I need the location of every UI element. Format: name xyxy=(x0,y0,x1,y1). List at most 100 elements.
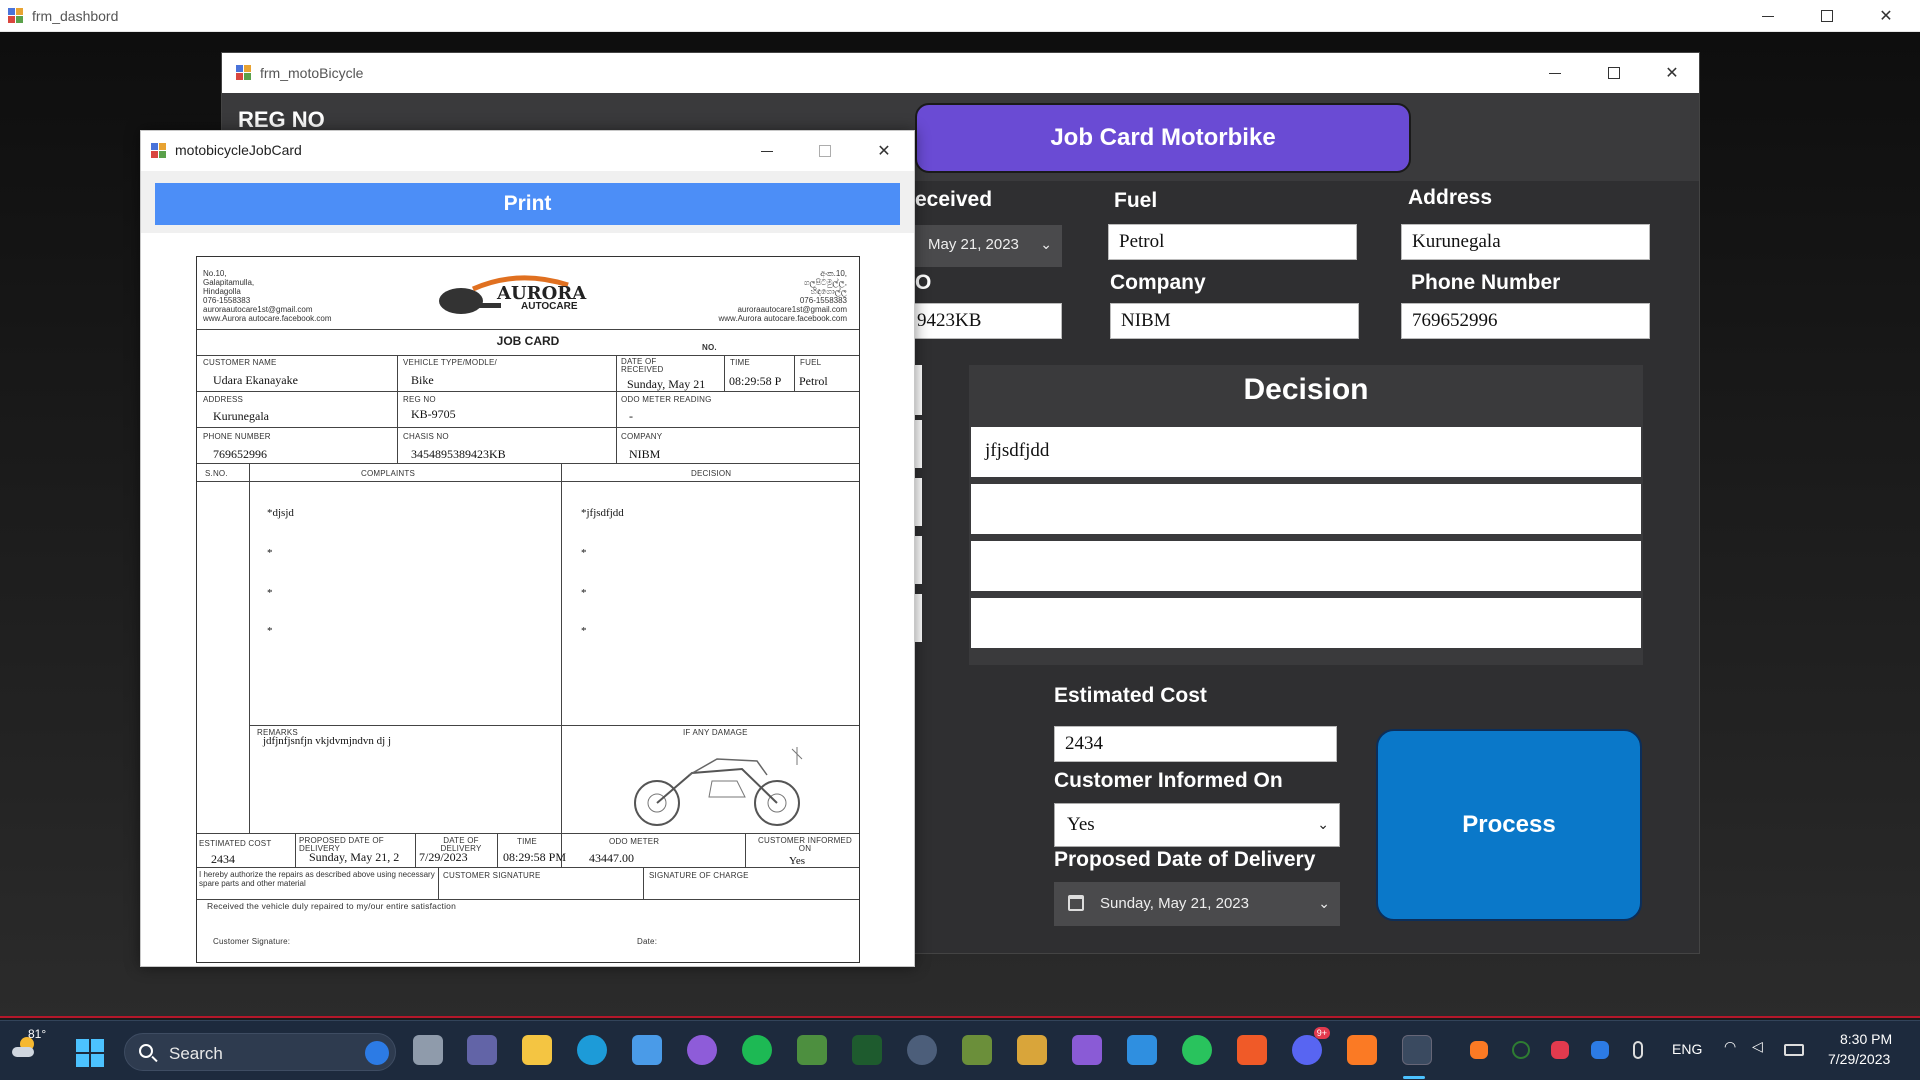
customer-informed-select[interactable]: Yes ⌄ xyxy=(1054,803,1340,847)
address-label: Address xyxy=(1408,186,1493,209)
customer-signature-label: CUSTOMER SIGNATURE xyxy=(443,871,541,880)
reg-no-value: KB-9705 xyxy=(411,407,456,421)
company-field[interactable]: NIBM xyxy=(1110,303,1359,339)
decision-label: DECISION xyxy=(691,469,732,478)
complaint-item: * xyxy=(267,547,273,559)
proposed-value: Sunday, May 21, 2 xyxy=(309,850,400,864)
obs-icon[interactable] xyxy=(907,1035,937,1065)
complaint-row[interactable] xyxy=(914,478,922,526)
tray-security-icon[interactable] xyxy=(1591,1041,1609,1059)
process-button[interactable]: Process xyxy=(1376,729,1642,921)
decision-panel: Decision jfjsdfjdd xyxy=(969,365,1643,665)
phone-value: 769652996 xyxy=(213,447,267,461)
bing-icon[interactable] xyxy=(365,1041,389,1065)
winforms-app-icon[interactable] xyxy=(1402,1035,1432,1065)
chassis-field[interactable]: 9423KB xyxy=(914,303,1062,339)
start-icon[interactable] xyxy=(76,1039,104,1067)
minimize-button[interactable] xyxy=(753,137,781,165)
complaint-row[interactable] xyxy=(914,365,922,415)
received-text: Received the vehicle duly repaired to my… xyxy=(207,901,457,911)
decision-row[interactable] xyxy=(971,598,1641,648)
discord-icon[interactable]: 9+ xyxy=(1292,1027,1330,1065)
teams-icon[interactable] xyxy=(467,1035,497,1065)
chevron-down-icon: ⌄ xyxy=(1318,896,1330,912)
search-box[interactable]: Search xyxy=(124,1033,396,1071)
aurora-logo: AURORA AUTOCARE xyxy=(433,269,603,321)
shop-address-sinhala: අංක.10, ගලපිටමුල්ල, හිඳගොල්ල 076-1558383… xyxy=(718,269,847,323)
complaints-label: COMPLAINTS xyxy=(361,469,416,478)
date-received-picker[interactable]: May 21, 2023 ⌄ xyxy=(914,225,1062,267)
wifi-icon[interactable]: ◠ xyxy=(1724,1039,1736,1055)
proposed-delivery-value: Sunday, May 21, 2023 xyxy=(1100,895,1249,912)
restore-button[interactable] xyxy=(1813,2,1841,30)
discord-badge: 9+ xyxy=(1313,1027,1330,1039)
chassis-label: CHASIS NO xyxy=(403,432,449,441)
clock-time[interactable]: 8:30 PM xyxy=(1840,1031,1892,1047)
tray-xampp-icon[interactable] xyxy=(1470,1041,1488,1059)
header-title: Job Card Motorbike xyxy=(915,103,1411,173)
app-icon[interactable] xyxy=(797,1035,827,1065)
maximize-button[interactable] xyxy=(1600,59,1628,87)
minimize-button[interactable] xyxy=(1754,2,1782,30)
moto-titlebar: frm_motoBicycle ✕ xyxy=(222,53,1699,93)
brave-icon[interactable] xyxy=(1237,1035,1267,1065)
store-icon[interactable] xyxy=(632,1035,662,1065)
battery-icon[interactable] xyxy=(1784,1044,1804,1056)
task-view-icon[interactable] xyxy=(413,1035,443,1065)
decision-row[interactable] xyxy=(971,541,1641,591)
app-icon xyxy=(8,8,24,24)
address-label: ADDRESS xyxy=(203,395,244,404)
phone-field[interactable]: 769652996 xyxy=(1401,303,1650,339)
microphone-icon[interactable] xyxy=(1633,1041,1643,1059)
taskbar: 81° Search 9+ ENG ◠ ◁ 8:30 PM 7/29/2023 xyxy=(0,1020,1920,1080)
address-field[interactable]: Kurunegala xyxy=(1401,224,1650,260)
terminal-icon[interactable] xyxy=(852,1035,882,1065)
complaint-row[interactable] xyxy=(914,420,922,468)
tray-apps-icon[interactable] xyxy=(1551,1041,1569,1059)
tool-icon[interactable] xyxy=(1017,1035,1047,1065)
language-indicator[interactable]: ENG xyxy=(1672,1041,1702,1057)
close-button[interactable]: ✕ xyxy=(1872,2,1900,30)
complaint-row[interactable] xyxy=(914,536,922,584)
edge-icon[interactable] xyxy=(577,1035,607,1065)
print-button[interactable]: Print xyxy=(155,183,900,225)
informed-value: Yes xyxy=(789,855,806,867)
date-received-value: May 21, 2023 xyxy=(928,236,1019,253)
odo-value: - xyxy=(629,409,633,423)
complaint-row[interactable] xyxy=(914,594,922,642)
close-button[interactable]: ✕ xyxy=(870,137,898,165)
fuel-value: Petrol xyxy=(799,374,828,388)
decision-row[interactable]: jfjsdfjdd xyxy=(971,427,1641,477)
fuel-field[interactable]: Petrol xyxy=(1108,224,1357,260)
estimated-cost-field[interactable]: 2434 xyxy=(1054,726,1337,762)
minimize-button[interactable] xyxy=(1541,59,1569,87)
authorize-text: I hereby authorize the repairs as descri… xyxy=(199,870,435,888)
minecraft-icon[interactable] xyxy=(962,1035,992,1065)
maximize-button xyxy=(811,137,839,165)
decision-row[interactable] xyxy=(971,484,1641,534)
spotify-icon[interactable] xyxy=(742,1035,772,1065)
close-button[interactable]: ✕ xyxy=(1658,59,1686,87)
time2-label: TIME xyxy=(517,837,537,846)
customer-name-value: Udara Ekanayake xyxy=(213,373,298,387)
odo2-value: 43447.00 xyxy=(589,851,634,865)
github-icon[interactable] xyxy=(687,1035,717,1065)
proposed-delivery-picker[interactable]: Sunday, May 21, 2023 ⌄ xyxy=(1054,882,1340,926)
vscode-icon[interactable] xyxy=(1127,1035,1157,1065)
clock-date[interactable]: 7/29/2023 xyxy=(1828,1051,1890,1067)
search-placeholder: Search xyxy=(169,1044,223,1063)
volume-icon[interactable]: ◁ xyxy=(1752,1039,1763,1055)
complaint-item: * xyxy=(267,625,273,637)
sno-label: S.NO. xyxy=(205,469,228,478)
print-preview: No.10, Galapitamulla, Hindagolla 076-155… xyxy=(141,233,914,966)
customer-informed-label: Customer Informed On xyxy=(1054,769,1283,792)
tray-circle-icon[interactable] xyxy=(1512,1041,1530,1059)
file-explorer-icon[interactable] xyxy=(522,1035,552,1065)
visual-studio-icon[interactable] xyxy=(1072,1035,1102,1065)
whatsapp-icon[interactable] xyxy=(1182,1035,1212,1065)
form-heading: JOB CARD xyxy=(496,334,560,348)
dashboard-title: frm_dashbord xyxy=(32,8,119,24)
xampp-icon[interactable] xyxy=(1347,1035,1377,1065)
form-no-label: NO. xyxy=(702,343,717,352)
jobcard-title: motobicycleJobCard xyxy=(175,142,302,158)
